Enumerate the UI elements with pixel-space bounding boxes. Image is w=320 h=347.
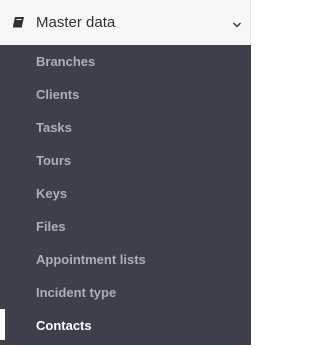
sidebar-edge-divider	[251, 0, 256, 347]
submenu-item-tours[interactable]: Tours	[0, 144, 251, 177]
submenu-item-label: Incident type	[36, 285, 117, 300]
master-data-label: Master data	[36, 14, 116, 31]
submenu-item-label: Tasks	[36, 120, 72, 135]
submenu-item-label: Clients	[36, 87, 80, 102]
submenu-item-label: Files	[36, 219, 66, 234]
master-data-menu-header[interactable]: Master data	[0, 0, 251, 45]
sidebar-menu: Master data Branches Clients Tasks Tours…	[0, 0, 256, 347]
submenu-item-label: Appointment lists	[36, 252, 146, 267]
submenu-item-label: Branches	[36, 54, 96, 69]
active-item-indicator	[0, 309, 5, 340]
submenu-item-keys[interactable]: Keys	[0, 177, 251, 210]
book-icon	[12, 15, 26, 29]
submenu-item-contacts[interactable]: Contacts	[0, 309, 251, 342]
master-data-submenu: Branches Clients Tasks Tours Keys Files …	[0, 45, 251, 345]
submenu-item-files[interactable]: Files	[0, 210, 251, 243]
submenu-item-label: Tours	[36, 153, 72, 168]
chevron-down-icon[interactable]	[232, 17, 242, 28]
submenu-item-clients[interactable]: Clients	[0, 78, 251, 111]
submenu-item-tasks[interactable]: Tasks	[0, 111, 251, 144]
submenu-item-label: Contacts	[36, 318, 92, 333]
submenu-item-appointment-lists[interactable]: Appointment lists	[0, 243, 251, 276]
submenu-item-incident-type[interactable]: Incident type	[0, 276, 251, 309]
submenu-item-label: Keys	[36, 186, 68, 201]
submenu-item-branches[interactable]: Branches	[0, 45, 251, 78]
